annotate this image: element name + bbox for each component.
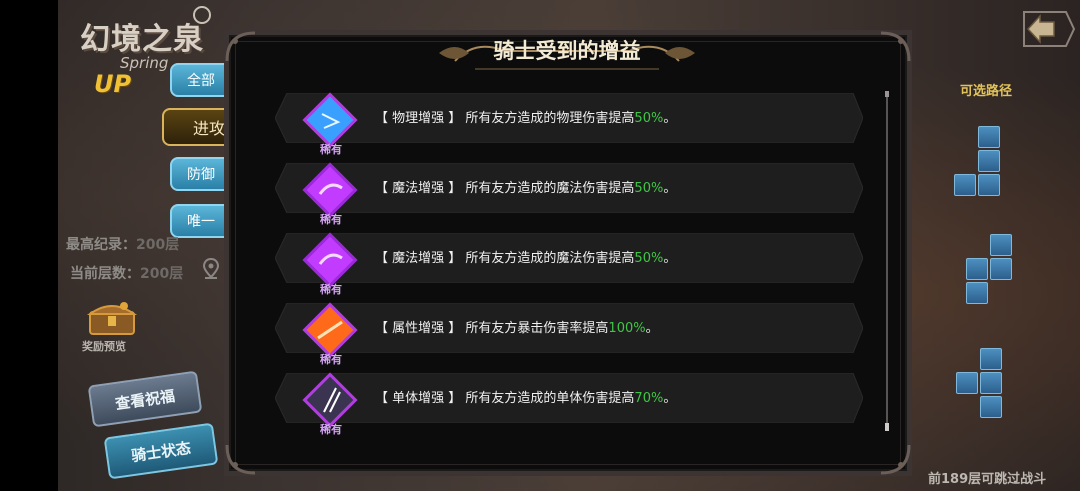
single-target-boost-icon bbox=[302, 372, 358, 428]
buff-desc: 所有友方造成的魔法伤害提高 bbox=[465, 181, 635, 196]
path-block bbox=[978, 174, 1000, 196]
path-block bbox=[966, 258, 988, 280]
path-block bbox=[954, 174, 976, 196]
buff-percent: 50% bbox=[634, 251, 664, 266]
buff-description: 【 魔法增强 】 所有友方造成的魔法伤害提高50%。 bbox=[375, 247, 676, 266]
path-block bbox=[990, 234, 1012, 256]
buff-name: 【 物理增强 】 bbox=[375, 111, 462, 126]
attribute-boost-icon bbox=[302, 302, 358, 358]
buff-name: 【 单体增强 】 bbox=[375, 391, 462, 406]
skip-battle-note: 前189层可跳过战斗 bbox=[928, 472, 1047, 487]
buff-description: 【 属性增强 】 所有友方暴击伤害率提高100%。 bbox=[375, 317, 659, 336]
reward-preview-label[interactable]: 奖励预览 bbox=[82, 338, 126, 354]
ornament-corner-icon bbox=[225, 444, 256, 475]
best-record-label: 最高纪录： bbox=[66, 237, 136, 253]
ornament-corner-icon bbox=[225, 31, 256, 62]
location-pin-icon[interactable] bbox=[203, 258, 219, 280]
current-floor-value: 200层 bbox=[140, 266, 184, 282]
buff-end: 。 bbox=[663, 111, 677, 126]
buff-percent: 50% bbox=[634, 181, 664, 196]
buff-desc: 所有友方暴击伤害率提高 bbox=[465, 321, 609, 336]
buff-name: 【 魔法增强 】 bbox=[375, 181, 462, 196]
path-block bbox=[990, 258, 1012, 280]
path-block bbox=[978, 126, 1000, 148]
current-floor: 当前层数：200层 bbox=[70, 263, 183, 283]
logo-title: 幻境之泉 bbox=[80, 22, 204, 57]
buff-percent: 50% bbox=[634, 111, 664, 126]
best-record: 最高纪录：200层 bbox=[66, 234, 179, 254]
reward-chest-icon[interactable] bbox=[84, 296, 140, 336]
buff-percent: 100% bbox=[608, 321, 646, 336]
buff-row: 稀有 【 魔法增强 】 所有友方造成的魔法伤害提高50%。 bbox=[275, 162, 863, 226]
buff-desc: 所有友方造成的单体伤害提高 bbox=[465, 391, 635, 406]
current-floor-label: 当前层数： bbox=[70, 266, 140, 282]
path-block bbox=[966, 282, 988, 304]
tab-all[interactable]: 全部 bbox=[170, 63, 232, 97]
physical-boost-icon bbox=[302, 92, 358, 148]
buff-name: 【 属性增强 】 bbox=[375, 321, 462, 336]
buff-row: 稀有 【 魔法增强 】 所有友方造成的魔法伤害提高50%。 bbox=[275, 232, 863, 296]
tab-defense[interactable]: 防御 bbox=[170, 157, 232, 191]
buff-description: 【 单体增强 】 所有友方造成的单体伤害提高70%。 bbox=[375, 387, 676, 406]
dialog-title: 骑士受到的增益 bbox=[493, 39, 641, 63]
path-block bbox=[980, 372, 1002, 394]
buff-row: 稀有 【 单体增强 】 所有友方造成的单体伤害提高70%。 bbox=[275, 372, 863, 436]
path-block bbox=[956, 372, 978, 394]
buff-row: 稀有 【 物理增强 】 所有友方造成的物理伤害提高50%。 bbox=[275, 92, 863, 156]
buff-description: 【 魔法增强 】 所有友方造成的魔法伤害提高50%。 bbox=[375, 177, 676, 196]
dialog-scrollbar[interactable] bbox=[885, 91, 889, 431]
ornament-corner-icon bbox=[880, 444, 911, 475]
path-block bbox=[980, 348, 1002, 370]
buff-row: 稀有 【 属性增强 】 所有友方暴击伤害率提高100%。 bbox=[275, 302, 863, 366]
buff-percent: 70% bbox=[634, 391, 664, 406]
rarity-label: 稀有 bbox=[320, 353, 342, 366]
buff-description: 【 物理增强 】 所有友方造成的物理伤害提高50%。 bbox=[375, 107, 676, 126]
dialog-title-plate: 骑士受到的增益 bbox=[435, 31, 699, 75]
buff-end: 。 bbox=[663, 391, 677, 406]
magic-boost-icon bbox=[302, 232, 358, 288]
rarity-label: 稀有 bbox=[320, 143, 342, 156]
buff-name: 【 魔法增强 】 bbox=[375, 251, 462, 266]
logo-up-badge: UP bbox=[94, 70, 132, 98]
rarity-label: 稀有 bbox=[320, 423, 342, 436]
buff-end: 。 bbox=[663, 251, 677, 266]
magic-boost-icon bbox=[302, 162, 358, 218]
best-record-value: 200层 bbox=[136, 237, 180, 253]
path-options-title: 可选路径 bbox=[960, 84, 1013, 99]
buff-desc: 所有友方造成的物理伤害提高 bbox=[465, 111, 635, 126]
back-arrow-icon[interactable] bbox=[1020, 8, 1076, 50]
rarity-label: 稀有 bbox=[320, 213, 342, 226]
rarity-label: 稀有 bbox=[320, 283, 342, 296]
path-block bbox=[980, 396, 1002, 418]
ornament-corner-icon bbox=[880, 31, 911, 62]
tab-unique[interactable]: 唯一 bbox=[170, 204, 232, 238]
buff-desc: 所有友方造成的魔法伤害提高 bbox=[465, 251, 635, 266]
path-block bbox=[978, 150, 1000, 172]
buff-end: 。 bbox=[645, 321, 659, 336]
screen-edge bbox=[0, 0, 58, 491]
buff-end: 。 bbox=[663, 181, 677, 196]
buff-dialog: 骑士受到的增益 稀有 【 物理增强 】 所有友方造成的物理伤害提高50%。 稀有 bbox=[224, 30, 912, 476]
